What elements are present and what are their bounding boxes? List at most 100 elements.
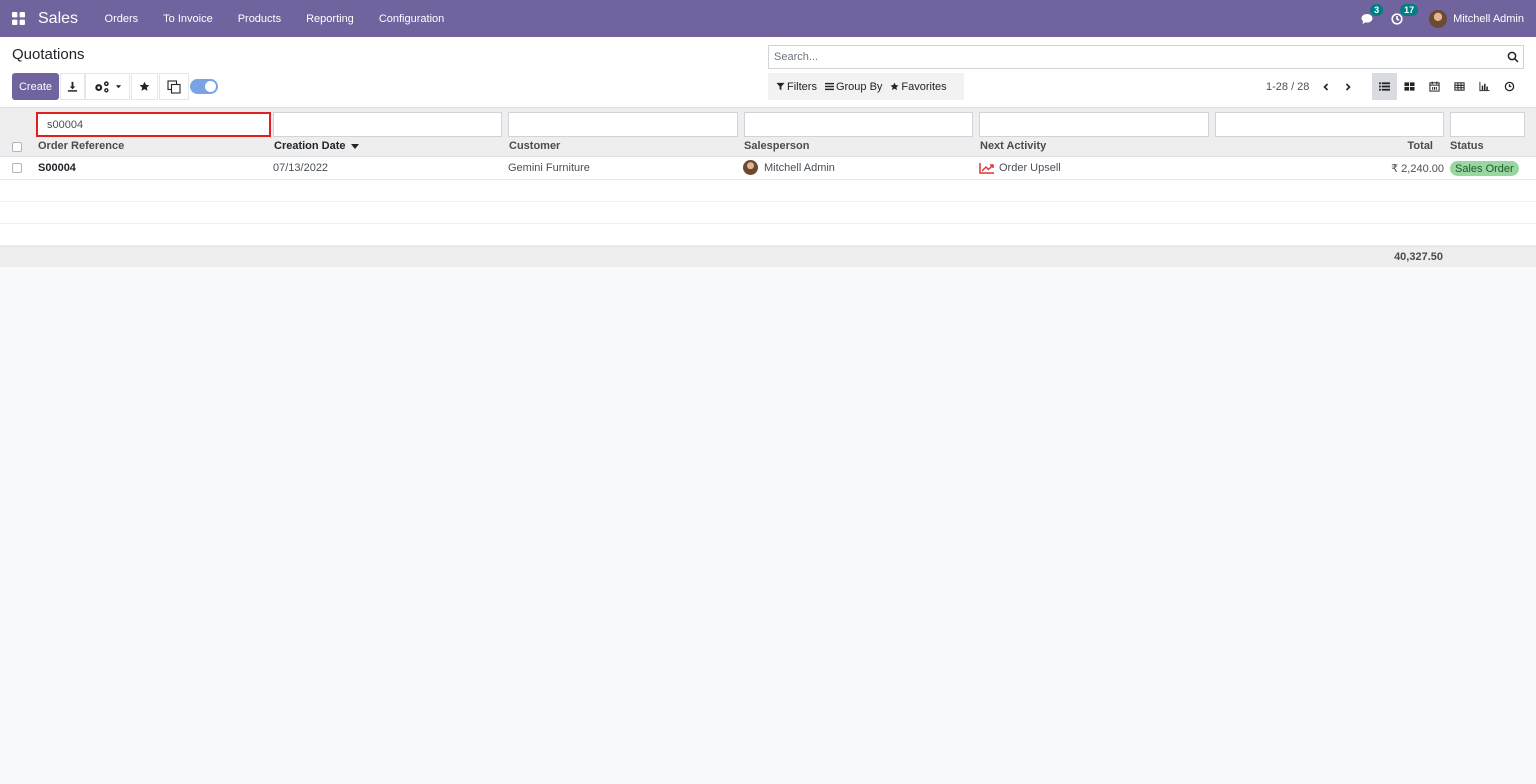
menu-to-invoice[interactable]: To Invoice bbox=[151, 13, 226, 25]
cell-salesperson: Mitchell Admin bbox=[743, 160, 835, 175]
cell-customer: Gemini Furniture bbox=[508, 162, 590, 174]
menu-products[interactable]: Products bbox=[225, 13, 293, 25]
total-filter[interactable] bbox=[1215, 112, 1444, 137]
header-next-activity[interactable]: Next Activity bbox=[980, 140, 1046, 152]
trend-up-icon bbox=[979, 163, 994, 174]
cell-creation-date: 07/13/2022 bbox=[273, 162, 329, 174]
select-all-checkbox[interactable] bbox=[12, 142, 22, 152]
empty-row bbox=[0, 180, 1536, 202]
status-badge: Sales Order bbox=[1450, 161, 1519, 176]
table-icon bbox=[1454, 82, 1465, 91]
view-switcher bbox=[1372, 73, 1522, 100]
pivot-view-button[interactable] bbox=[1447, 73, 1472, 100]
create-button[interactable]: Create bbox=[12, 73, 59, 100]
groupby-label: Group By bbox=[835, 80, 883, 93]
graph-view-button[interactable] bbox=[1472, 73, 1497, 100]
header-salesperson[interactable]: Salesperson bbox=[744, 140, 809, 152]
header-creation-date-label: Creation Date bbox=[274, 140, 346, 152]
search-input[interactable] bbox=[769, 51, 1507, 63]
filters-label: Filters bbox=[787, 80, 817, 93]
menu-reporting[interactable]: Reporting bbox=[294, 13, 367, 25]
toggle-knob bbox=[205, 81, 216, 92]
bars-icon bbox=[824, 82, 834, 91]
pager-next[interactable] bbox=[1337, 76, 1359, 98]
chevron-right-icon bbox=[1346, 82, 1352, 91]
activities-badge: 17 bbox=[1400, 3, 1419, 16]
duplicate-button[interactable] bbox=[159, 73, 189, 100]
list-view-button[interactable] bbox=[1372, 73, 1397, 100]
activity-summary: Order Upsell bbox=[999, 162, 1061, 174]
groupby-button[interactable]: Group By bbox=[824, 80, 883, 93]
kanban-icon bbox=[1404, 82, 1415, 91]
header-total[interactable]: Total bbox=[1408, 140, 1433, 152]
empty-row bbox=[0, 202, 1536, 224]
list-footer: 40,327.50 bbox=[0, 246, 1536, 267]
view-toggle[interactable] bbox=[190, 79, 218, 94]
top-navbar: Sales Orders To Invoice Products Reporti… bbox=[0, 0, 1536, 37]
sort-desc-icon bbox=[350, 143, 359, 149]
next-activity-filter[interactable] bbox=[979, 112, 1209, 137]
search-icon[interactable] bbox=[1507, 51, 1519, 63]
salesperson-name: Mitchell Admin bbox=[764, 161, 835, 174]
customer-filter[interactable] bbox=[508, 112, 738, 137]
menu-orders[interactable]: Orders bbox=[92, 13, 151, 25]
row-checkbox[interactable] bbox=[12, 163, 22, 173]
chevron-left-icon bbox=[1323, 82, 1329, 91]
kanban-view-button[interactable] bbox=[1397, 73, 1422, 100]
user-name: Mitchell Admin bbox=[1453, 12, 1524, 25]
header-order-reference[interactable]: Order Reference bbox=[38, 140, 124, 152]
activity-view-button[interactable] bbox=[1497, 73, 1522, 100]
cell-order-reference: S00004 bbox=[38, 162, 76, 174]
action-menu-button[interactable] bbox=[85, 73, 130, 100]
calendar-icon bbox=[1429, 81, 1440, 92]
cell-next-activity[interactable]: Order Upsell bbox=[979, 162, 1061, 174]
systray: 3 17 Mitchell Admin bbox=[1361, 0, 1524, 37]
menu-configuration[interactable]: Configuration bbox=[366, 13, 456, 25]
header-customer[interactable]: Customer bbox=[509, 140, 560, 152]
table-row[interactable]: S00004 07/13/2022 Gemini Furniture Mitch… bbox=[0, 157, 1536, 180]
export-button[interactable] bbox=[60, 73, 85, 100]
star-icon bbox=[890, 82, 899, 91]
apps-menu-icon[interactable] bbox=[0, 0, 37, 37]
messaging-menu[interactable]: 3 bbox=[1361, 3, 1384, 25]
clock-icon bbox=[1504, 81, 1515, 92]
activity-menu[interactable]: 17 bbox=[1391, 3, 1419, 25]
bar-chart-icon bbox=[1479, 81, 1490, 92]
creation-date-filter[interactable] bbox=[273, 112, 502, 137]
filter-icon bbox=[776, 82, 785, 91]
pager-value[interactable]: 1-28 / 28 bbox=[1266, 81, 1309, 93]
header-creation-date[interactable]: Creation Date bbox=[274, 140, 359, 152]
pager-previous[interactable] bbox=[1315, 76, 1337, 98]
search-bar bbox=[768, 45, 1524, 69]
list-icon bbox=[1379, 82, 1390, 91]
header-status[interactable]: Status bbox=[1450, 140, 1484, 152]
order-reference-filter[interactable]: s00004 bbox=[36, 112, 271, 137]
pager: 1-28 / 28 bbox=[1266, 73, 1359, 100]
app-brand[interactable]: Sales bbox=[38, 10, 78, 28]
salesperson-filter[interactable] bbox=[744, 112, 973, 137]
footer-total: 40,327.50 bbox=[1394, 251, 1443, 263]
control-panel: Quotations Create Filters Group By Favor… bbox=[0, 37, 1536, 108]
empty-row bbox=[0, 224, 1536, 246]
salesperson-avatar bbox=[743, 160, 758, 175]
favorites-label: Favorites bbox=[901, 80, 947, 93]
gears-icon bbox=[95, 81, 109, 93]
messages-badge: 3 bbox=[1370, 3, 1384, 16]
download-icon bbox=[67, 81, 78, 92]
favorites-button[interactable]: Favorites bbox=[890, 80, 947, 93]
user-avatar bbox=[1429, 9, 1448, 28]
search-options: Filters Group By Favorites bbox=[768, 73, 964, 100]
calendar-view-button[interactable] bbox=[1422, 73, 1447, 100]
list-view: s00004 Order Reference Creation Date Cus… bbox=[0, 108, 1536, 267]
user-menu[interactable]: Mitchell Admin bbox=[1429, 9, 1524, 28]
star-icon bbox=[139, 81, 150, 91]
column-filter-row: s00004 bbox=[0, 108, 1536, 138]
copy-icon bbox=[167, 79, 181, 94]
filters-button[interactable]: Filters bbox=[776, 81, 817, 93]
favorite-button[interactable] bbox=[131, 73, 158, 100]
cell-total: ₹ 2,240.00 bbox=[1391, 163, 1444, 175]
list-header: Order Reference Creation Date Customer S… bbox=[0, 138, 1536, 157]
page-title: Quotations bbox=[12, 46, 85, 63]
status-filter[interactable] bbox=[1450, 112, 1525, 137]
caret-down-icon bbox=[115, 85, 122, 89]
